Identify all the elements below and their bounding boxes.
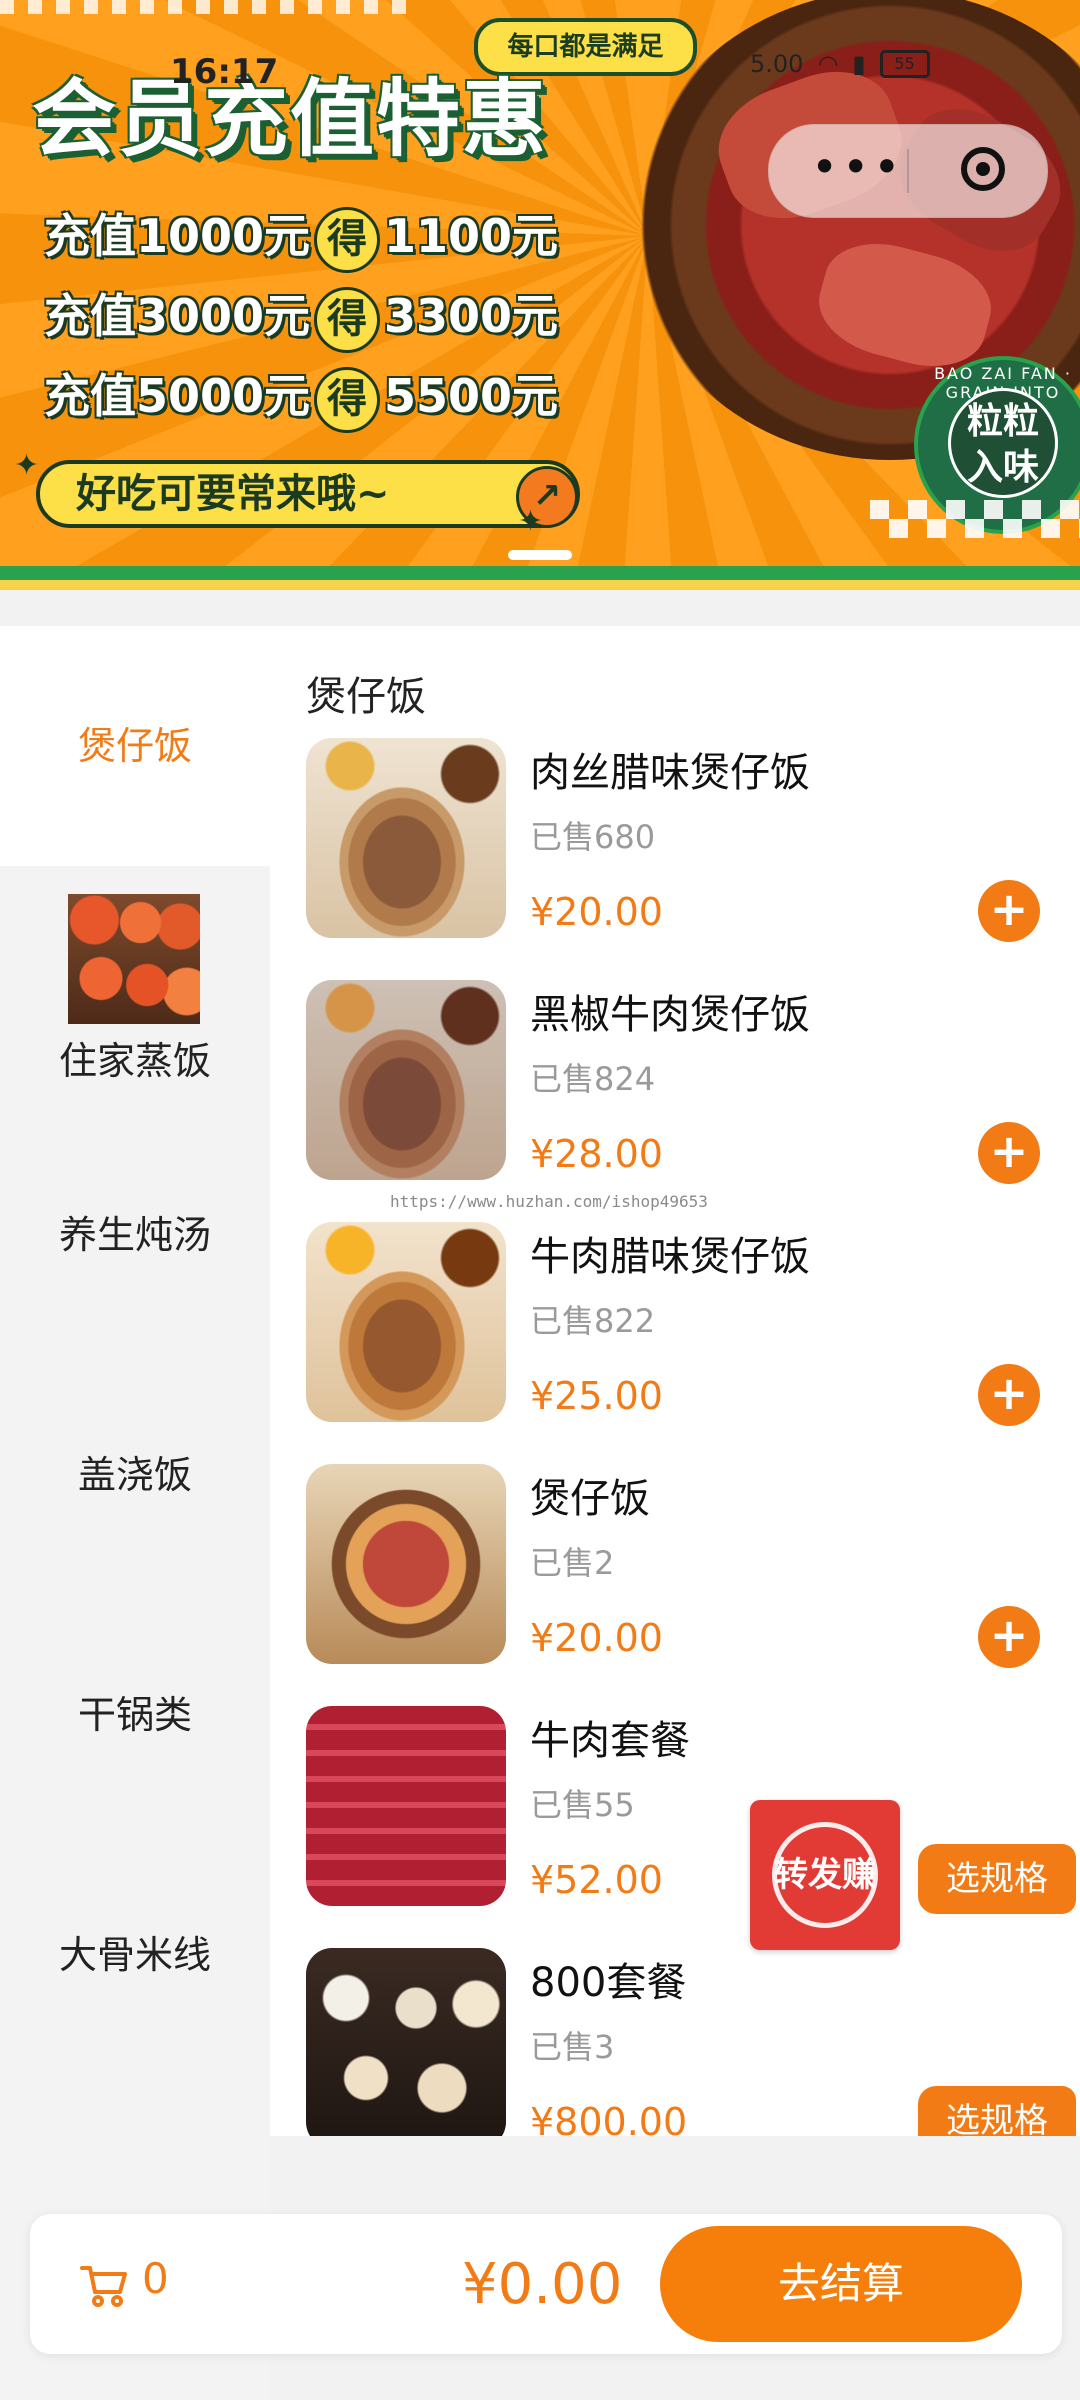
checker-decoration	[870, 500, 1080, 538]
slogan-text: 好吃可要常来哦~	[76, 471, 390, 517]
sidebar-item-label: 大骨米线	[58, 1933, 211, 1977]
section-title: 煲仔饭	[306, 674, 426, 720]
more-icon[interactable]: •••	[811, 144, 904, 190]
product-image[interactable]	[306, 980, 506, 1180]
cart-bar: 0 ¥0.00 去结算	[30, 2214, 1062, 2354]
offer-line: 充值1000元得 1100元	[44, 200, 558, 273]
miniprogram-capsule: •••	[768, 124, 1048, 218]
promo-banner[interactable]: 每口都是满足 会员充值特惠 充值1000元得 1100元 充值3000元得 3300…	[0, 0, 1080, 590]
category-thumbnail	[68, 894, 200, 1024]
select-spec-button[interactable]: 选规格	[918, 2086, 1076, 2136]
product-name: 牛肉腊味煲仔饭	[530, 1234, 810, 1280]
share-earn-button[interactable]: 转发赚	[750, 1800, 900, 1950]
add-to-cart-button[interactable]: +	[978, 1364, 1040, 1426]
offer-line: 充值5000元得 5500元	[44, 360, 558, 433]
product-name: 肉丝腊味煲仔饭	[530, 750, 810, 796]
product-sold: 已售680	[530, 818, 656, 856]
product-item[interactable]: 牛肉套餐 已售55 ¥52.00 选规格	[306, 1706, 1076, 1914]
sidebar-item-label: 干锅类	[77, 1693, 192, 1737]
product-sold: 已售824	[530, 1060, 656, 1098]
cart-icon[interactable]	[80, 2264, 128, 2308]
offer-get-badge: 得	[314, 206, 381, 273]
product-price: ¥25.00	[530, 1374, 663, 1418]
sidebar-item-label: 盖浇饭	[77, 1453, 192, 1497]
offer-pay: 充值5000元	[44, 369, 311, 423]
sidebar-item-label: 养生炖汤	[58, 1213, 211, 1257]
product-item[interactable]: 800套餐 已售3 ¥800.00 选规格	[306, 1948, 1076, 2136]
product-image[interactable]	[306, 1464, 506, 1664]
stripe-decoration	[0, 566, 1080, 580]
status-time: 16:17	[170, 52, 279, 92]
carousel-indicator	[508, 550, 572, 560]
sparkle-icon: ✦	[518, 504, 544, 539]
promo-title: 会员充值特惠	[32, 70, 549, 168]
capsule-divider	[907, 149, 909, 193]
product-item[interactable]: 黑椒牛肉煲仔饭 已售824 ¥28.00 +	[306, 980, 1066, 1184]
product-sold: 已售55	[530, 1786, 635, 1824]
product-sold: 已售3	[530, 2028, 615, 2066]
product-price: ¥52.00	[530, 1858, 663, 1902]
product-item[interactable]: 煲仔饭 已售2 ¥20.00 +	[306, 1464, 1066, 1668]
product-image[interactable]	[306, 738, 506, 938]
offer-pay: 充值1000元	[44, 209, 311, 263]
close-target-icon[interactable]	[961, 147, 1005, 191]
sidebar-item-baozaifan[interactable]: 煲仔饭	[0, 626, 270, 866]
cart-count: 0	[142, 2254, 169, 2303]
sparkle-icon: ✦	[14, 448, 40, 483]
product-price: ¥800.00	[530, 2100, 688, 2136]
badge-main-text: 粒粒入味	[948, 388, 1058, 498]
offer-get-badge: 得	[314, 286, 381, 353]
product-sold: 已售2	[530, 1544, 615, 1582]
offer-get-badge: 得	[314, 366, 381, 433]
product-name: 牛肉套餐	[530, 1718, 690, 1764]
offer-get: 3300元	[384, 289, 559, 343]
offer-pay: 充值3000元	[44, 289, 311, 343]
product-sold: 已售822	[530, 1302, 656, 1340]
sidebar-item-label: 住家蒸饭	[58, 1039, 211, 1083]
battery-icon: 55	[879, 50, 930, 78]
product-list[interactable]: 煲仔饭 肉丝腊味煲仔饭 已售680 ¥20.00 + 黑椒牛肉煲仔饭 已售824…	[270, 626, 1080, 2136]
product-price: ¥28.00	[530, 1132, 663, 1176]
product-name: 煲仔饭	[530, 1476, 650, 1522]
offer-line: 充值3000元得 3300元	[44, 280, 558, 353]
sidebar-item-soup[interactable]: 养生炖汤	[0, 1204, 270, 1259]
slogan-pill: 好吃可要常来哦~ ↗	[36, 460, 580, 528]
wifi-icon: ◠	[817, 50, 839, 78]
product-item[interactable]: 牛肉腊味煲仔饭 已售822 ¥25.00 +	[306, 1222, 1066, 1426]
offer-get: 5500元	[384, 369, 559, 423]
checkout-button[interactable]: 去结算	[660, 2226, 1022, 2342]
select-spec-button[interactable]: 选规格	[918, 1844, 1076, 1914]
sidebar-item-rice-noodle[interactable]: 大骨米线	[0, 1924, 270, 1979]
add-to-cart-button[interactable]: +	[978, 880, 1040, 942]
signal-icon: ▮	[852, 50, 866, 78]
cart-total: ¥0.00	[462, 2252, 623, 2317]
sidebar-item-gaijiaofan[interactable]: 盖浇饭	[0, 1444, 270, 1499]
product-image[interactable]	[306, 1948, 506, 2136]
product-image[interactable]	[306, 1222, 506, 1422]
product-price: ¥20.00	[530, 1616, 663, 1660]
add-to-cart-button[interactable]: +	[978, 1122, 1040, 1184]
share-earn-label: 转发赚	[774, 1855, 876, 1895]
offer-get: 1100元	[384, 209, 559, 263]
stripe-decoration	[0, 580, 1080, 590]
checker-decoration	[0, 0, 420, 14]
product-item[interactable]: 肉丝腊味煲仔饭 已售680 ¥20.00 +	[306, 738, 1066, 942]
add-to-cart-button[interactable]: +	[978, 1606, 1040, 1668]
network-speed: 5.00	[750, 50, 804, 78]
product-name: 黑椒牛肉煲仔饭	[530, 992, 810, 1038]
sidebar-item-dry-pot[interactable]: 干锅类	[0, 1684, 270, 1739]
sidebar-item-zhengfan[interactable]: 住家蒸饭	[0, 1030, 270, 1085]
product-name: 800套餐	[530, 1960, 687, 2006]
category-sidebar: 煲仔饭 住家蒸饭 养生炖汤 盖浇饭 干锅类 大骨米线	[0, 626, 270, 2400]
watermark-text: https://www.huzhan.com/ishop49653	[390, 1192, 708, 1211]
product-price: ¥20.00	[530, 890, 663, 934]
product-image[interactable]	[306, 1706, 506, 1906]
status-icons: 5.00 ◠ ▮ 55	[750, 50, 930, 78]
sidebar-item-label: 煲仔饭	[77, 724, 192, 768]
